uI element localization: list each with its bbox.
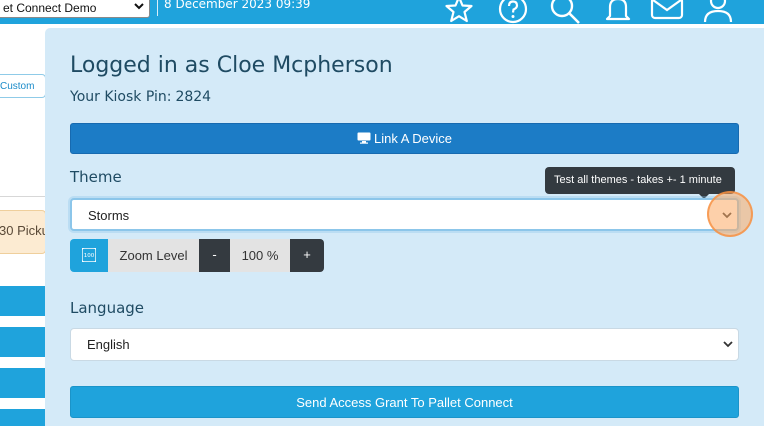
mail-icon[interactable] [650,0,684,26]
link-device-label: Link A Device [373,131,453,146]
site-select[interactable]: et Connect Demo [0,0,150,18]
bell-icon[interactable] [601,0,635,26]
send-access-grant-button[interactable]: Send Access Grant To Pallet Connect [70,386,739,418]
zoom-100-icon: 100 [82,248,96,262]
theme-tooltip-text: Test all themes - takes +- 1 minute [554,174,722,186]
kiosk-pin-value: 2824 [175,89,212,105]
theme-select-value: Storms [88,208,130,223]
click-indicator [707,191,753,237]
star-icon[interactable] [442,0,476,26]
zoom-level-icon: 100 [70,239,108,272]
background-pickup-text: 30 Picku [0,223,46,238]
background-bar[interactable] [0,327,46,357]
language-label: Language [70,299,145,317]
background-customer-link[interactable]: Custom [0,74,46,98]
account-modal: Logged in as Cloe Mcpherson Your Kiosk P… [45,28,764,426]
kiosk-pin-label: Your Kiosk Pin: [70,89,172,105]
monitor-icon [357,132,371,144]
chevron-down-icon [134,3,144,10]
link-device-button[interactable]: Link A Device [70,123,739,154]
language-select[interactable]: English [70,328,739,361]
background-bar[interactable] [0,368,46,398]
zoom-level-value: 100 % [230,239,290,272]
kiosk-pin: Your Kiosk Pin: 2824 [70,89,211,105]
header-separator [157,0,158,16]
background-link-text: Custom [0,81,35,92]
help-icon[interactable] [496,0,530,26]
background-bar[interactable] [0,286,46,316]
theme-tooltip: Test all themes - takes +- 1 minute [545,167,735,199]
chevron-down-icon [723,341,733,348]
zoom-icon-text: 100 [84,253,95,259]
zoom-control: 100 Zoom Level - 100 % + [70,239,324,272]
page-title: Logged in as Cloe Mcpherson [70,53,393,78]
zoom-in-button[interactable]: + [290,239,324,272]
site-select-value: et Connect Demo [3,1,97,15]
theme-select[interactable]: Storms [70,198,739,231]
top-bar: et Connect Demo 8 December 2023 09:39 [0,0,764,24]
zoom-out-button[interactable]: - [199,239,230,272]
zoom-level-label: Zoom Level [108,239,199,272]
background-divider [0,196,46,197]
send-access-grant-label: Send Access Grant To Pallet Connect [296,395,513,410]
user-icon[interactable] [701,0,735,26]
background-bar[interactable] [0,409,46,426]
date-time: 8 December 2023 09:39 [164,0,311,11]
language-select-value: English [87,337,130,352]
search-icon[interactable] [548,0,582,26]
theme-label: Theme [70,168,122,186]
background-pickup-card[interactable]: 30 Picku [0,210,46,254]
